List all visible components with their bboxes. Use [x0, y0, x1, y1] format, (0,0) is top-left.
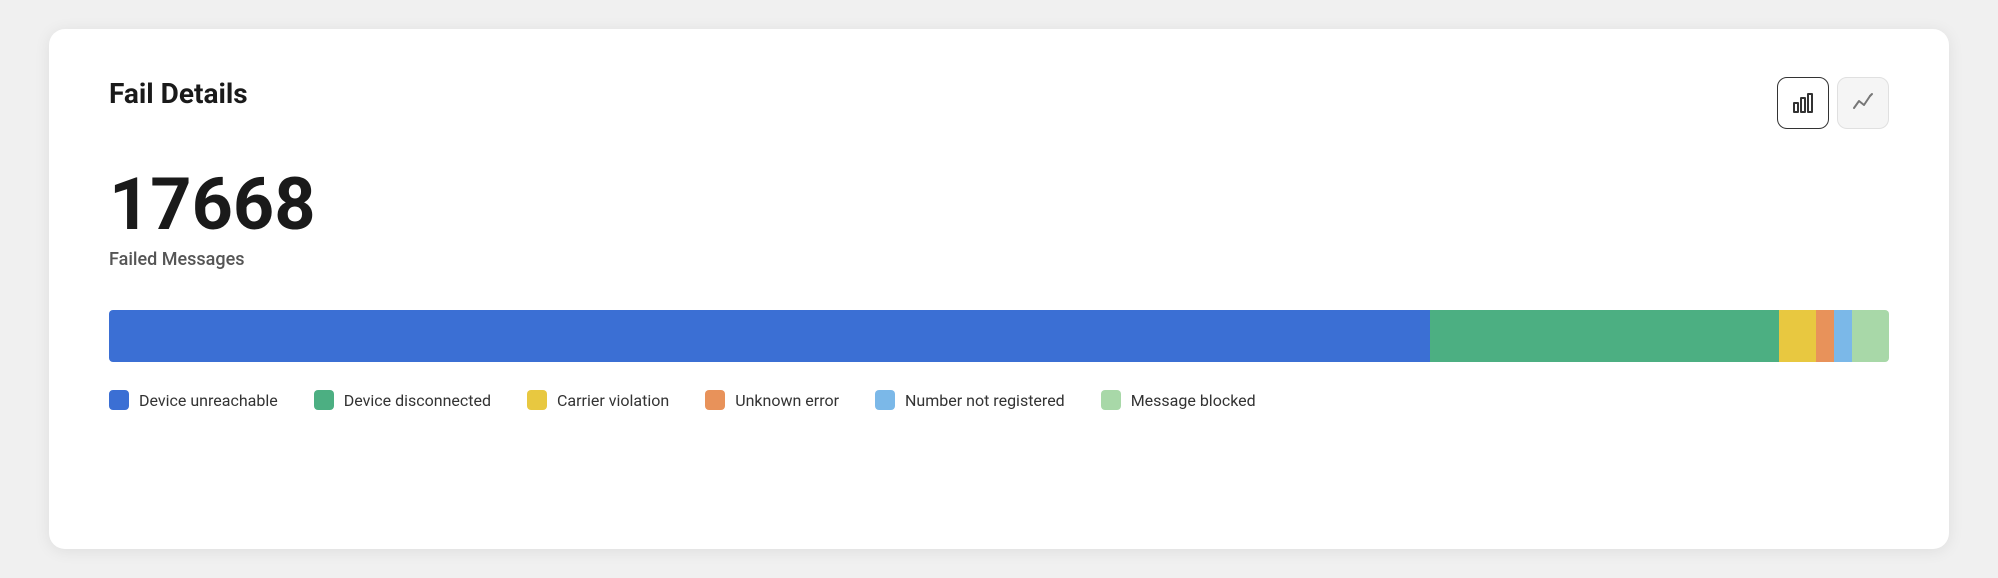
legend-label-device-unreachable: Device unreachable	[139, 391, 278, 410]
legend-label-unknown-error: Unknown error	[735, 391, 839, 410]
failed-messages-count: 17668	[109, 169, 1889, 241]
stacked-bar	[109, 310, 1889, 362]
legend-swatch-device-disconnected	[314, 390, 334, 410]
legend-item-unknown-error: Unknown error	[705, 390, 839, 410]
page-title: Fail Details	[109, 77, 248, 110]
legend-swatch-unknown-error	[705, 390, 725, 410]
card-header: Fail Details	[109, 77, 1889, 129]
legend-item-device-unreachable: Device unreachable	[109, 390, 278, 410]
bar-chart-icon	[1791, 91, 1815, 115]
legend-label-number-not-registered: Number not registered	[905, 391, 1065, 410]
chart-toggle-group	[1777, 77, 1889, 129]
legend-label-carrier-violation: Carrier violation	[557, 391, 669, 410]
legend-item-message-blocked: Message blocked	[1101, 390, 1256, 410]
fail-details-card: Fail Details 17668 Failed Messages Devic…	[49, 29, 1949, 549]
bar-segment-device-disconnected	[1430, 310, 1779, 362]
legend-label-message-blocked: Message blocked	[1131, 391, 1256, 410]
bar-segment-unknown-error	[1816, 310, 1834, 362]
bar-segment-device-unreachable	[109, 310, 1430, 362]
bar-segment-number-not-registered	[1834, 310, 1852, 362]
metric-section: 17668 Failed Messages	[109, 169, 1889, 270]
legend-swatch-message-blocked	[1101, 390, 1121, 410]
line-chart-button[interactable]	[1837, 77, 1889, 129]
legend-swatch-carrier-violation	[527, 390, 547, 410]
legend-swatch-device-unreachable	[109, 390, 129, 410]
legend: Device unreachable Device disconnected Car…	[109, 390, 1889, 410]
failed-messages-label: Failed Messages	[109, 249, 1889, 270]
bar-segment-message-blocked	[1852, 310, 1889, 362]
bar-segment-carrier-violation	[1779, 310, 1816, 362]
legend-item-carrier-violation: Carrier violation	[527, 390, 669, 410]
legend-item-number-not-registered: Number not registered	[875, 390, 1065, 410]
line-chart-icon	[1851, 91, 1875, 115]
legend-label-device-disconnected: Device disconnected	[344, 391, 491, 410]
bar-chart-button[interactable]	[1777, 77, 1829, 129]
legend-swatch-number-not-registered	[875, 390, 895, 410]
legend-item-device-disconnected: Device disconnected	[314, 390, 491, 410]
